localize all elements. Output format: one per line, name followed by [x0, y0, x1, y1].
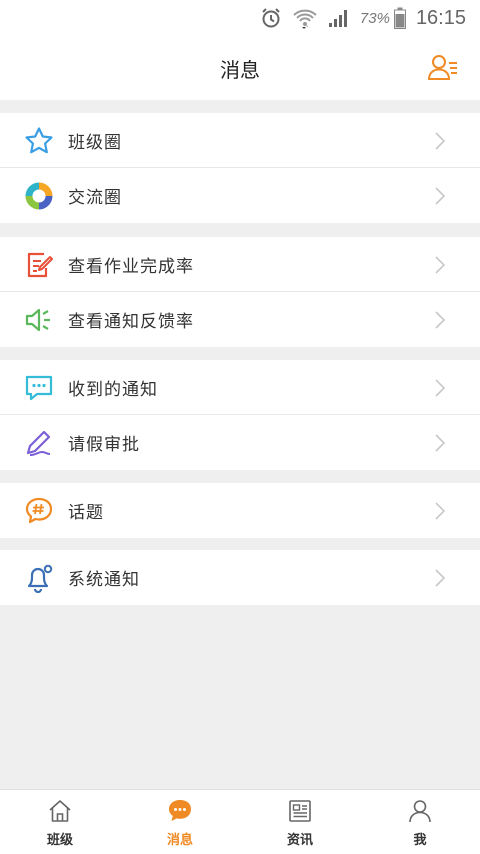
chevron-right-icon — [435, 256, 446, 274]
menu-item-label: 话题 — [68, 503, 104, 523]
contacts-button[interactable] — [426, 52, 460, 82]
pen-icon — [24, 428, 54, 458]
menu-item-homework-rate[interactable]: 查看作业完成率 — [0, 237, 480, 292]
tab-me[interactable]: 我 — [360, 790, 480, 854]
menu-group-rates: 查看作业完成率 查看通知反馈率 — [0, 237, 480, 347]
menu-item-notice-feedback-rate[interactable]: 查看通知反馈率 — [0, 292, 480, 347]
menu-group-circles: 班级圈 交流圈 — [0, 113, 480, 223]
tab-label: 消息 — [166, 833, 193, 848]
wifi-icon — [292, 7, 318, 29]
menu-item-label: 请假审批 — [68, 435, 140, 455]
star-icon — [24, 126, 54, 156]
contacts-icon — [427, 55, 457, 80]
alarm-icon — [260, 7, 282, 29]
menu-group-system: 系统通知 — [0, 550, 480, 605]
speaker-icon — [24, 305, 54, 335]
chevron-right-icon — [435, 569, 446, 587]
menu-item-label: 系统通知 — [68, 570, 140, 590]
chevron-right-icon — [435, 502, 446, 520]
menu-item-topics[interactable]: 话题 — [0, 483, 480, 538]
tab-messages[interactable]: 消息 — [120, 790, 240, 854]
menu-item-exchange-circle[interactable]: 交流圈 — [0, 168, 480, 223]
status-bar: 73% 16:15 — [0, 0, 480, 36]
menu-item-label: 查看通知反馈率 — [68, 312, 194, 332]
tab-label: 我 — [413, 833, 427, 848]
menu-item-received-notices[interactable]: 收到的通知 — [0, 360, 480, 415]
tab-label: 资讯 — [286, 833, 313, 848]
tab-class[interactable]: 班级 — [0, 790, 120, 854]
menu-group-topics: 话题 — [0, 483, 480, 538]
home-icon — [47, 798, 73, 824]
newspaper-icon — [287, 798, 313, 824]
clock: 16:15 — [415, 6, 466, 29]
message-bubble-icon — [24, 373, 54, 403]
menu-item-label: 收到的通知 — [68, 379, 158, 400]
chevron-right-icon — [435, 379, 446, 397]
app-header: 消息 — [0, 36, 480, 100]
tab-label: 班级 — [46, 833, 73, 848]
bottom-tab-bar: 班级 消息 资讯 我 — [0, 789, 480, 854]
chevron-right-icon — [435, 187, 446, 205]
battery-icon — [393, 7, 406, 29]
menu-item-label: 交流圈 — [68, 188, 122, 208]
signal-icon — [328, 8, 350, 28]
hashtag-bubble-icon — [24, 496, 54, 526]
bell-icon — [24, 563, 54, 593]
page-title: 消息 — [220, 57, 260, 82]
user-icon — [407, 798, 433, 824]
chevron-right-icon — [435, 434, 446, 452]
edit-document-icon — [24, 250, 54, 280]
chevron-right-icon — [435, 311, 446, 329]
battery-percent: 73% — [359, 9, 390, 27]
menu-group-notices: 收到的通知 请假审批 — [0, 360, 480, 470]
menu-item-leave-approval[interactable]: 请假审批 — [0, 415, 480, 470]
menu-item-label: 查看作业完成率 — [68, 256, 194, 277]
tab-news[interactable]: 资讯 — [240, 790, 360, 854]
menu-item-class-circle[interactable]: 班级圈 — [0, 113, 480, 168]
chat-bubble-icon — [167, 798, 193, 824]
chevron-right-icon — [435, 132, 446, 150]
menu-item-label: 班级圈 — [68, 132, 122, 153]
menu-item-system-notices[interactable]: 系统通知 — [0, 550, 480, 605]
circle-logo-icon — [24, 181, 54, 211]
